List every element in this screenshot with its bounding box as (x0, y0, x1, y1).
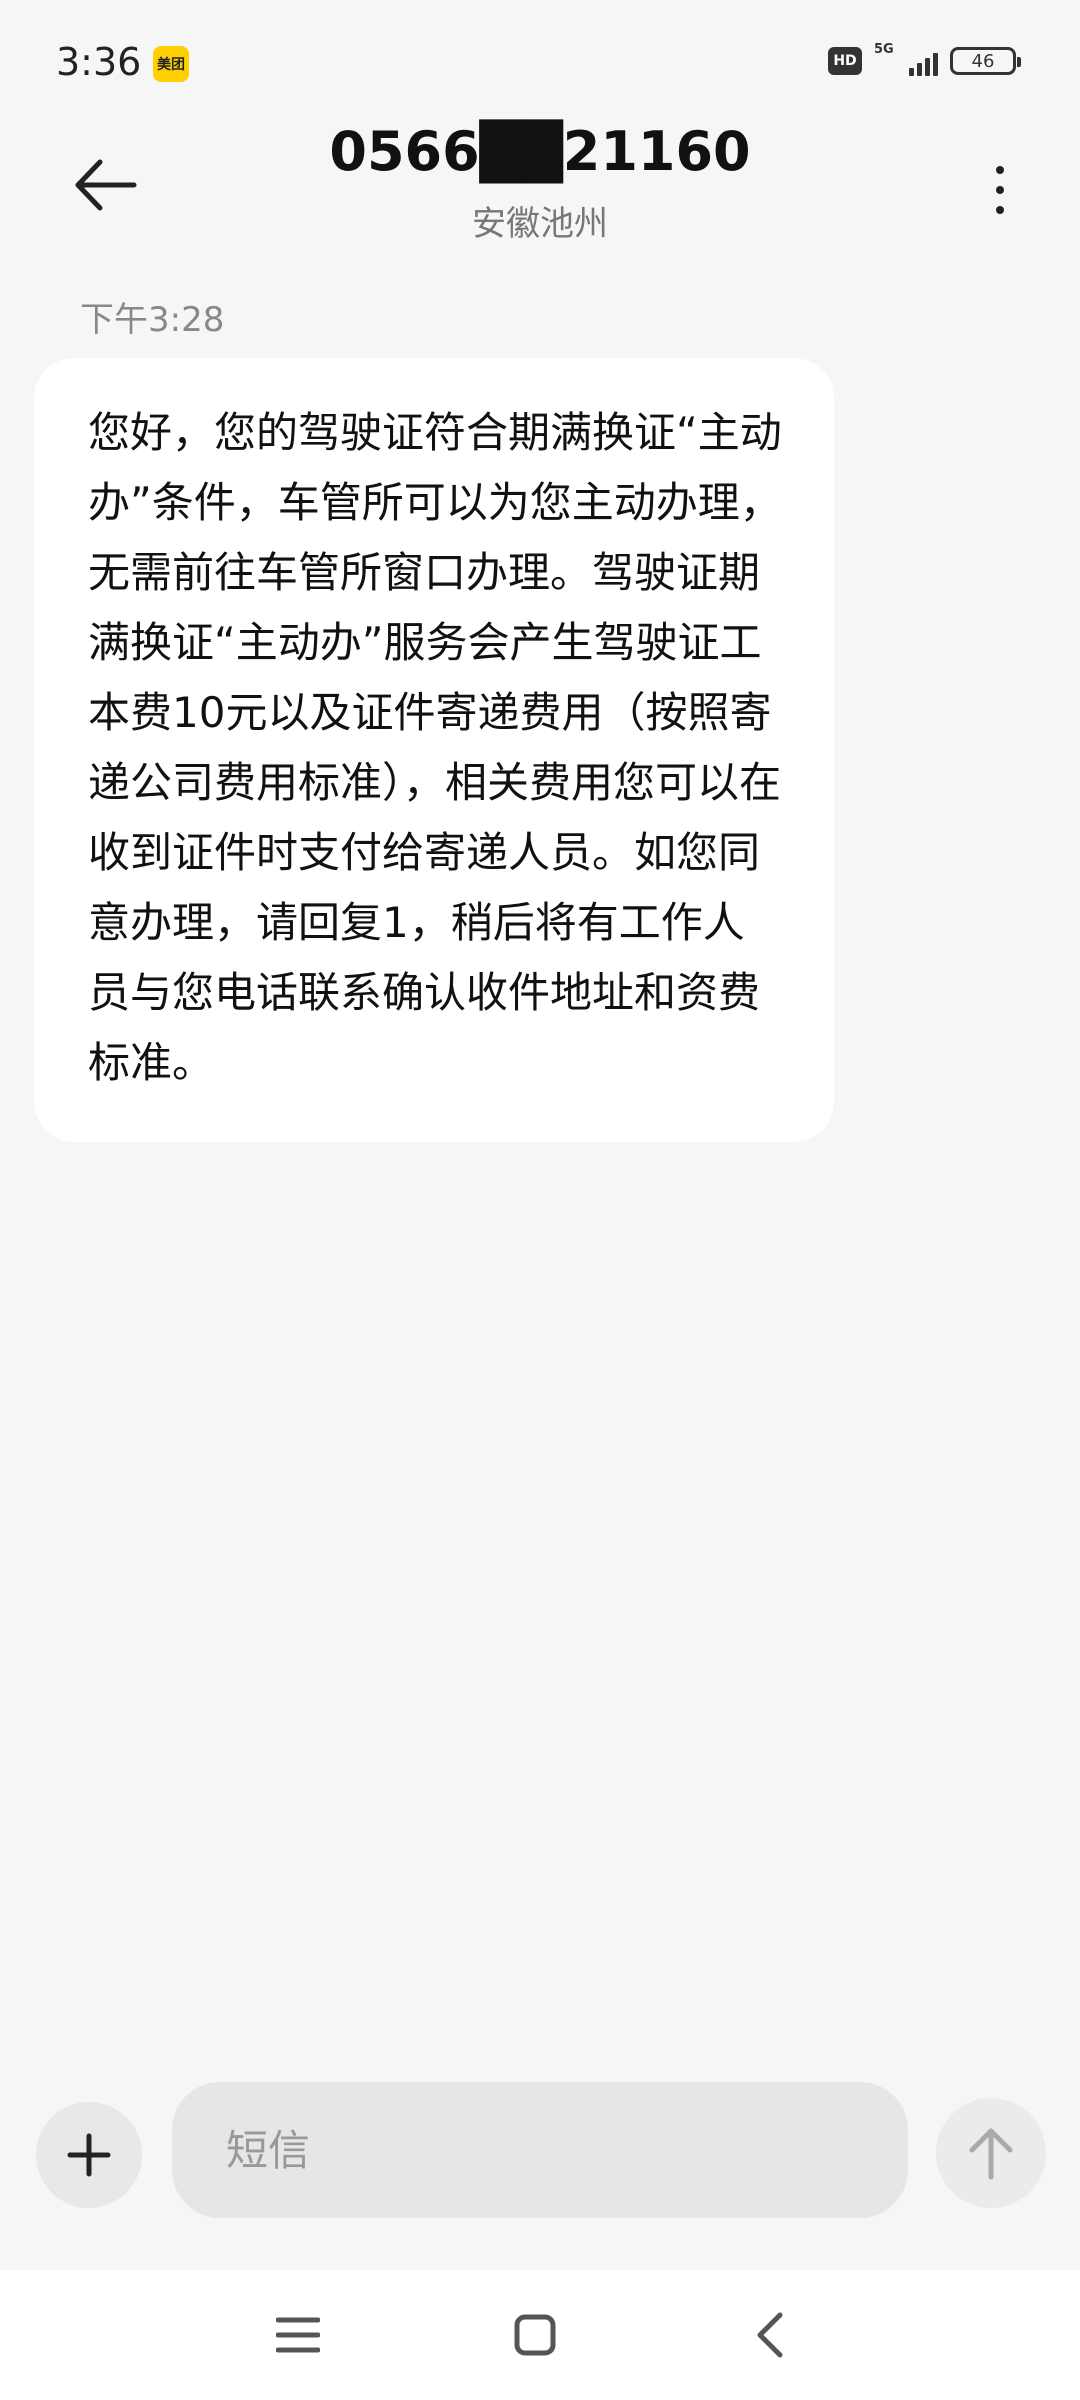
battery-level: 46 (971, 50, 995, 72)
chevron-left-icon (757, 2312, 783, 2358)
status-time: 3:36 (56, 40, 142, 84)
home-square-icon (514, 2314, 556, 2356)
message-timestamp: 下午3:28 (80, 300, 225, 340)
menu-icon (276, 2317, 320, 2353)
status-indicators: HD 5G 46 (828, 42, 1021, 78)
more-options-button[interactable] (970, 150, 1030, 230)
hd-icon: HD (828, 47, 862, 75)
message-bubble[interactable]: 您好，您的驾驶证符合期满换证“主动办”条件，车管所可以为您主动办理，无需前往车管… (34, 358, 834, 1142)
nav-home-button[interactable] (500, 2300, 570, 2370)
nav-back-button[interactable] (735, 2300, 805, 2370)
nav-menu-button[interactable] (263, 2300, 333, 2370)
more-vertical-icon (996, 166, 1004, 174)
sms-input[interactable] (172, 2082, 908, 2218)
battery-icon: 46 (950, 47, 1021, 75)
message-composer (0, 2070, 1080, 2230)
signal-bars (909, 53, 938, 76)
add-attachment-button[interactable] (36, 2102, 142, 2208)
network-type: 5G (874, 42, 894, 57)
status-bar: 3:36 美团 HD 5G 46 (0, 0, 1080, 120)
arrow-up-icon (969, 2128, 1013, 2180)
plus-icon (67, 2133, 111, 2177)
contact-location: 安徽池州 (472, 204, 608, 244)
signal-icon: 5G (874, 42, 938, 78)
meituan-notification-icon: 美团 (153, 46, 189, 82)
contact-number: 0566██21160 (329, 120, 751, 183)
system-nav-bar (0, 2270, 1080, 2400)
send-button[interactable] (936, 2098, 1046, 2208)
conversation-header: 0566██21160 安徽池州 (0, 120, 1080, 250)
